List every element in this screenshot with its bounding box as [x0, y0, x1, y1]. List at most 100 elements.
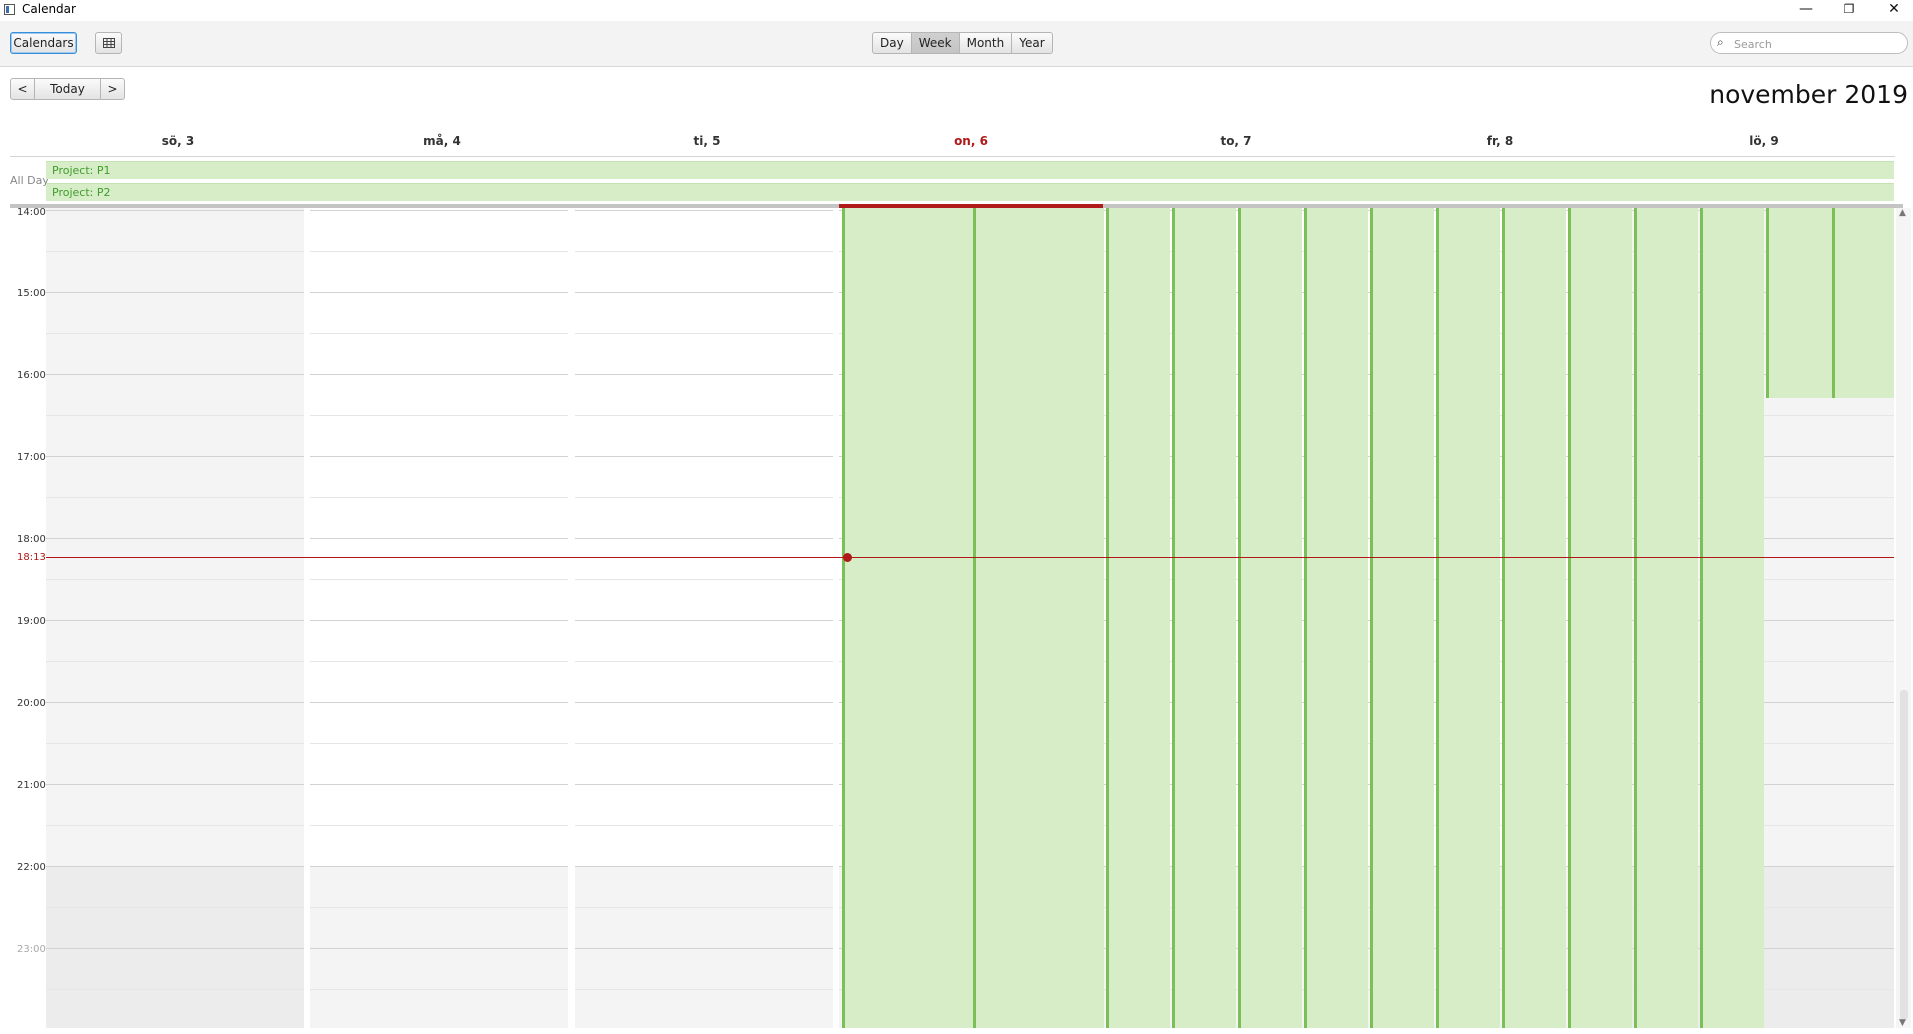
- current-time-dot: [843, 553, 852, 562]
- half-hour-line: [575, 661, 833, 662]
- hour-line: [575, 620, 833, 621]
- all-day-event-p2[interactable]: Project: P2: [46, 183, 1894, 201]
- hour-line: [575, 948, 833, 949]
- today-button[interactable]: Today: [34, 78, 101, 100]
- calendar-event[interactable]: [842, 208, 974, 1028]
- search-icon: ⌕: [1717, 35, 1724, 49]
- hour-label: 19:00: [17, 616, 46, 627]
- view-day-button[interactable]: Day: [872, 32, 912, 54]
- hour-line: [46, 866, 304, 867]
- day-header-mon[interactable]: må, 4: [310, 134, 574, 152]
- hour-line: [46, 374, 304, 375]
- night-shade: [310, 866, 568, 1028]
- search-input[interactable]: [1732, 35, 1904, 53]
- calendar-event[interactable]: [973, 208, 1104, 1028]
- hour-line: [575, 456, 833, 457]
- half-hour-line: [310, 251, 568, 252]
- calendar-event[interactable]: [1502, 208, 1566, 1028]
- half-hour-line: [46, 825, 304, 826]
- hour-line: [575, 538, 833, 539]
- half-hour-line: [46, 989, 304, 990]
- half-hour-line: [575, 907, 833, 908]
- hour-label: 21:00: [17, 780, 46, 791]
- hour-line: [46, 620, 304, 621]
- day-header-wed-today[interactable]: on, 6: [839, 134, 1103, 152]
- calendar-event[interactable]: [1436, 208, 1500, 1028]
- half-hour-line: [46, 579, 304, 580]
- half-hour-line: [46, 661, 304, 662]
- day-header-tue[interactable]: ti, 5: [575, 134, 839, 152]
- calendar-event[interactable]: [1238, 208, 1302, 1028]
- half-hour-line: [310, 415, 568, 416]
- calendar-event[interactable]: [1370, 208, 1434, 1028]
- scroll-down-arrow[interactable]: ▼: [1899, 1018, 1906, 1028]
- scroll-up-arrow[interactable]: ▲: [1899, 208, 1906, 218]
- hour-label: 15:00: [17, 288, 46, 299]
- close-button[interactable]: ✕: [1874, 0, 1913, 20]
- hour-label: 17:00: [17, 452, 46, 463]
- calendar-event[interactable]: [1634, 208, 1698, 1028]
- half-hour-line: [310, 907, 568, 908]
- restore-button[interactable]: ❐: [1829, 0, 1869, 20]
- half-hour-line: [46, 497, 304, 498]
- calendar-event[interactable]: [1568, 208, 1632, 1028]
- hour-line: [575, 292, 833, 293]
- hour-label: 14:00: [17, 207, 46, 218]
- view-switcher: Day Week Month Year: [872, 32, 1053, 54]
- day-header-sun[interactable]: sö, 3: [46, 134, 310, 152]
- calendar-event[interactable]: [1700, 208, 1764, 1028]
- day-header-fri[interactable]: fr, 8: [1368, 134, 1632, 152]
- header-divider: [10, 156, 1895, 157]
- hour-line: [310, 948, 568, 949]
- calendar-event[interactable]: [1832, 208, 1894, 398]
- view-month-button[interactable]: Month: [959, 32, 1013, 54]
- previous-button[interactable]: <: [10, 78, 35, 100]
- search-field[interactable]: ⌕: [1710, 32, 1908, 54]
- calendar-event[interactable]: [1106, 208, 1170, 1028]
- hour-line: [310, 538, 568, 539]
- hour-label: 16:00: [17, 370, 46, 381]
- calendars-button[interactable]: Calendars: [10, 32, 77, 54]
- hour-line: [575, 210, 833, 211]
- view-week-button[interactable]: Week: [911, 32, 960, 54]
- hour-line: [310, 866, 568, 867]
- calendar-event[interactable]: [1766, 208, 1832, 398]
- scrollbar-thumb[interactable]: [1900, 690, 1908, 1020]
- half-hour-line: [575, 579, 833, 580]
- half-hour-line: [310, 579, 568, 580]
- half-hour-line: [575, 415, 833, 416]
- half-hour-line: [575, 989, 833, 990]
- hour-line: [46, 538, 304, 539]
- day-header-sat[interactable]: lö, 9: [1632, 134, 1896, 152]
- hour-line: [310, 456, 568, 457]
- app-icon: [4, 4, 15, 15]
- hour-line: [310, 784, 568, 785]
- calendar-event[interactable]: [1172, 208, 1236, 1028]
- view-year-button[interactable]: Year: [1012, 32, 1053, 54]
- half-hour-line: [46, 415, 304, 416]
- next-button[interactable]: >: [100, 78, 125, 100]
- day-header-thu[interactable]: to, 7: [1104, 134, 1368, 152]
- minimize-button[interactable]: —: [1786, 0, 1826, 20]
- all-day-event-p1[interactable]: Project: P1: [46, 161, 1894, 179]
- hour-line: [46, 210, 304, 211]
- calendar-event[interactable]: [1304, 208, 1368, 1028]
- hour-label: 22:00: [17, 862, 46, 873]
- grid-view-button[interactable]: [95, 32, 122, 54]
- hour-line: [575, 374, 833, 375]
- half-hour-line: [575, 497, 833, 498]
- current-time-line: [46, 557, 1894, 558]
- hour-line: [310, 374, 568, 375]
- half-hour-line: [575, 743, 833, 744]
- half-hour-line: [575, 333, 833, 334]
- all-day-label: All Day: [10, 174, 49, 187]
- half-hour-line: [310, 661, 568, 662]
- hour-line: [310, 702, 568, 703]
- current-time-label: 18:13: [17, 552, 46, 563]
- hour-label: 23:00: [17, 944, 46, 955]
- half-hour-line: [575, 825, 833, 826]
- half-hour-line: [46, 251, 304, 252]
- half-hour-line: [310, 333, 568, 334]
- half-hour-line: [46, 907, 304, 908]
- half-hour-line: [46, 333, 304, 334]
